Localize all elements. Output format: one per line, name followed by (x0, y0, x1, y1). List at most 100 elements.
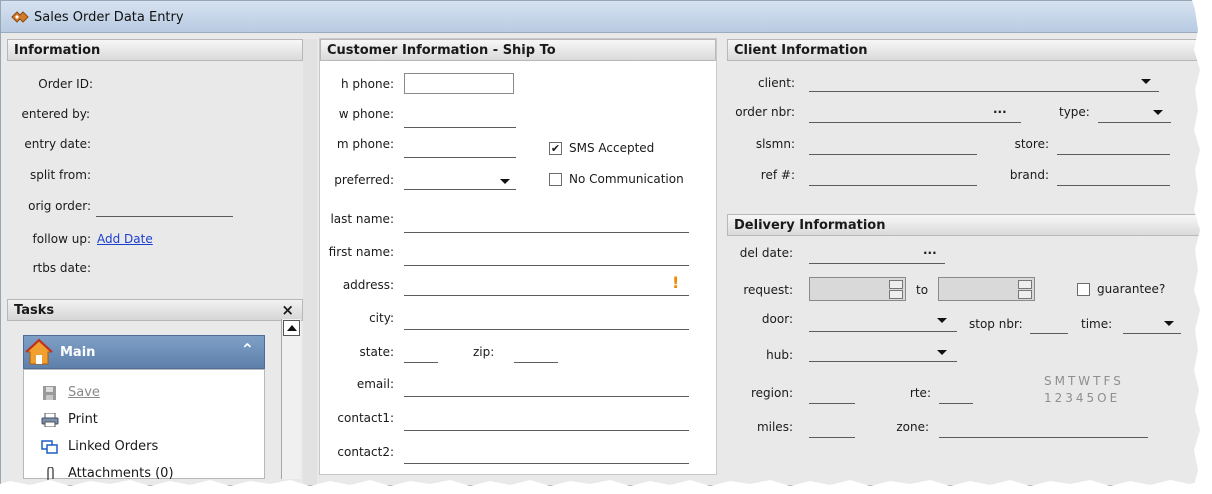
follow-up-label: follow up: (32, 232, 91, 246)
contact2-label: contact2: (337, 445, 394, 459)
client-info-header: Client Information (727, 39, 1201, 61)
spin-down-button[interactable] (1018, 290, 1032, 299)
type-select[interactable] (1098, 122, 1171, 123)
chevron-down-icon[interactable] (1153, 110, 1163, 115)
contact2-field[interactable] (404, 463, 689, 464)
ref-label: ref #: (760, 168, 795, 182)
close-icon[interactable]: × (281, 301, 294, 319)
tasks-title: Tasks (14, 303, 55, 318)
door-select[interactable] (809, 331, 957, 332)
zone-label: zone: (896, 420, 929, 434)
task-save-label: Save (68, 385, 100, 400)
entered-by-label: entered by: (21, 107, 90, 121)
order-id-label: Order ID: (38, 77, 93, 91)
zone-field[interactable] (939, 437, 1148, 438)
chevron-down-icon[interactable] (1164, 321, 1174, 326)
last-name-field[interactable] (404, 232, 689, 233)
scroll-up-button[interactable] (283, 320, 300, 336)
last-name-label: last name: (330, 212, 394, 226)
sms-accepted-label: SMS Accepted (569, 141, 655, 155)
stop-nbr-label: stop nbr: (969, 317, 1023, 331)
delivery-info-header: Delivery Information (727, 214, 1201, 236)
sms-accepted-checkbox[interactable]: ✔ (549, 142, 562, 155)
rte-field[interactable] (939, 403, 973, 404)
client-select[interactable] (809, 91, 1159, 92)
spin-up-button[interactable] (889, 280, 903, 289)
app-logo-icon (11, 11, 29, 23)
week-numbers-row: 12345OE (1044, 391, 1121, 405)
warning-icon: ! (672, 273, 680, 292)
task-linked-orders[interactable]: Linked Orders (41, 439, 158, 454)
email-field[interactable] (404, 396, 689, 397)
h-phone-input[interactable] (404, 73, 514, 94)
w-phone-field[interactable] (404, 127, 516, 128)
order-nbr-lookup-button[interactable]: ... (993, 102, 1007, 116)
no-communication-checkbox[interactable] (549, 173, 562, 186)
home-icon (25, 338, 53, 365)
first-name-label: first name: (328, 245, 394, 259)
guarantee-label: guarantee? (1097, 282, 1166, 296)
task-print[interactable]: Print (41, 412, 98, 427)
del-date-picker-button[interactable]: ... (923, 243, 937, 257)
region-label: region: (751, 386, 793, 400)
address-field[interactable] (404, 295, 689, 296)
client-label: client: (757, 76, 795, 90)
miles-field[interactable] (809, 437, 855, 438)
h-phone-label: h phone: (340, 77, 394, 91)
time-select[interactable] (1123, 333, 1181, 334)
chevron-down-icon[interactable] (937, 318, 947, 323)
slsmn-field[interactable] (809, 154, 977, 155)
task-group-label: Main (60, 345, 96, 360)
linked-orders-icon (41, 440, 58, 454)
hub-select[interactable] (809, 361, 957, 362)
add-date-link[interactable]: Add Date (97, 232, 153, 246)
preferred-select[interactable] (404, 189, 516, 190)
task-save[interactable]: Save (43, 385, 100, 400)
brand-field[interactable] (1057, 185, 1170, 186)
entry-date-label: entry date: (24, 137, 91, 151)
order-nbr-label: order nbr: (735, 105, 795, 119)
m-phone-field[interactable] (404, 157, 516, 158)
chevron-down-icon[interactable] (937, 350, 947, 355)
type-label: type: (1059, 105, 1090, 119)
chevron-down-icon[interactable] (1141, 79, 1151, 84)
chevron-down-icon[interactable] (500, 179, 510, 184)
tasks-scrollbar[interactable] (281, 319, 301, 479)
no-communication-label: No Communication (569, 172, 684, 186)
orig-order-field[interactable] (96, 216, 233, 217)
door-label: door: (761, 312, 793, 326)
zip-field[interactable] (514, 362, 558, 363)
ref-field[interactable] (809, 185, 977, 186)
hub-label: hub: (766, 348, 793, 362)
guarantee-checkbox[interactable] (1077, 283, 1090, 296)
m-phone-label: m phone: (336, 137, 394, 151)
state-label: state: (359, 345, 394, 359)
w-phone-label: w phone: (338, 107, 394, 121)
stop-nbr-field[interactable] (1030, 333, 1068, 334)
del-date-field[interactable] (809, 263, 945, 264)
torn-edge-right (1192, 0, 1212, 494)
app-window: Sales Order Data Entry Information Order… (0, 0, 1202, 486)
city-field[interactable] (404, 329, 689, 330)
order-nbr-field[interactable] (809, 122, 1021, 123)
time-label: time: (1081, 317, 1113, 331)
title-bar: Sales Order Data Entry (1, 1, 1201, 33)
first-name-field[interactable] (404, 265, 689, 266)
print-icon (41, 413, 59, 427)
rte-label: rte: (909, 386, 931, 400)
chevron-up-icon (287, 325, 297, 331)
task-group-main[interactable]: Main ⌃ (23, 335, 265, 369)
spin-up-button[interactable] (1018, 280, 1032, 289)
contact1-field[interactable] (404, 430, 689, 431)
splitter[interactable] (303, 39, 317, 485)
state-field[interactable] (404, 362, 438, 363)
email-label: email: (356, 377, 394, 391)
zip-label: zip: (473, 345, 495, 359)
request-from-spinner[interactable] (809, 277, 906, 301)
store-field[interactable] (1057, 154, 1170, 155)
request-to-spinner[interactable] (938, 277, 1035, 301)
preferred-label: preferred: (334, 173, 394, 187)
collapse-icon[interactable]: ⌃ (241, 340, 254, 359)
region-field[interactable] (809, 403, 855, 404)
spin-down-button[interactable] (889, 290, 903, 299)
